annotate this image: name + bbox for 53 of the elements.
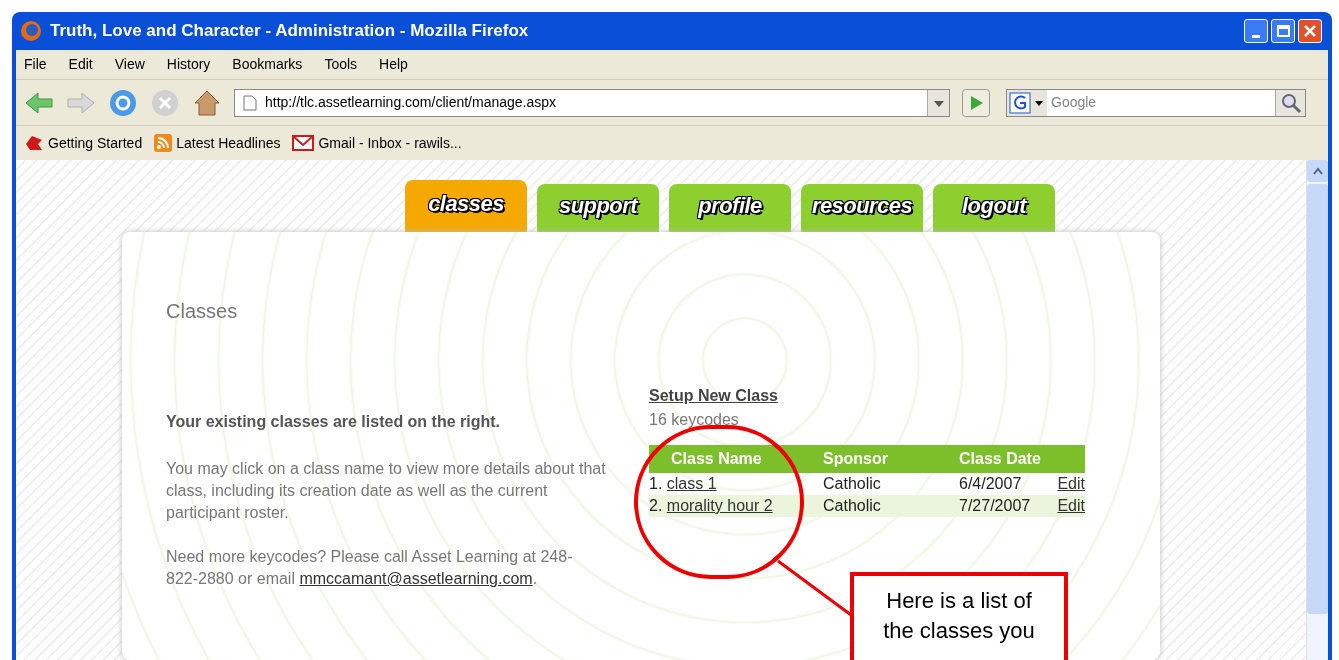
minimize-button[interactable] (1244, 19, 1268, 43)
menu-item[interactable]: Edit (68, 54, 93, 75)
menu-item[interactable]: History (166, 54, 211, 75)
bookmark-link[interactable]: Getting Started (24, 132, 143, 154)
maximize-button[interactable] (1271, 19, 1295, 43)
edit-link[interactable]: Edit (1057, 497, 1085, 514)
search-icon[interactable] (1275, 89, 1305, 116)
scroll-up-button[interactable] (1307, 160, 1328, 182)
bookmark-link[interactable]: Gmail - Inbox - rawils... (292, 132, 462, 154)
search-field[interactable]: Google (1047, 92, 1275, 113)
rss-icon (154, 134, 173, 152)
menu-item[interactable]: Tools (324, 54, 358, 75)
table-cell-text: Catholic (823, 474, 882, 494)
address-bar[interactable]: http://tlc.assetlearning.com/client/manage.aspx (234, 88, 950, 117)
menu-item[interactable]: Bookmarks (232, 54, 303, 75)
row-number: 2. (649, 497, 663, 514)
menu-item[interactable]: File (24, 54, 47, 75)
keycode-count: 16 keycodes (649, 410, 740, 430)
class-name-link[interactable]: class 1 (666, 475, 717, 492)
column-header: Class Name (670, 449, 763, 469)
scrollbar[interactable] (1306, 160, 1328, 660)
scroll-thumb[interactable] (1307, 184, 1328, 614)
page-icon (243, 94, 257, 111)
caret-icon (1312, 167, 1323, 175)
contact-text: Need more keycodes? Please call Asset Learning at 248-822-2880 or email mmccamant@assetlearning.com. (166, 547, 574, 589)
column-header: Sponsor (823, 449, 889, 469)
intro-text: Your existing classes are listed on the right. (166, 412, 502, 432)
table-cell-text: 7/27/2007 (959, 496, 1032, 516)
bookmark-link[interactable]: Latest Headlines (154, 132, 281, 154)
search-bar[interactable]: Google (1006, 88, 1306, 117)
callout-text: the classes you (883, 617, 1035, 645)
close-button[interactable] (1298, 19, 1322, 43)
column-header: Class Date (959, 449, 1042, 469)
reload-icon[interactable] (108, 87, 138, 118)
menu-item[interactable]: View (114, 54, 145, 75)
back-arrow-icon[interactable] (24, 90, 54, 115)
dropdown-icon[interactable] (927, 89, 949, 116)
class-name-link[interactable]: morality hour 2 (666, 497, 773, 514)
page-heading: Classes (166, 299, 239, 324)
edit-link[interactable]: Edit (1057, 475, 1085, 492)
description-text: You may click on a class name to view more details about that class, including its creation date as well as the current participant roster. (166, 459, 606, 523)
go-icon[interactable] (962, 88, 990, 117)
search-engine-icon[interactable] (1007, 89, 1047, 116)
menu-item[interactable]: Help (379, 54, 408, 75)
close-icon (1303, 24, 1317, 38)
setup-new-class-link[interactable]: Setup New Class (649, 384, 778, 408)
mail-icon (292, 135, 315, 151)
callout-text: Here is a list of (886, 587, 1032, 615)
window-title: Truth, Love and Character - Administration - Mozilla Firefox (50, 20, 530, 43)
table-cell-text: Catholic (823, 496, 882, 516)
table-cell-text: 6/4/2007 (959, 474, 1023, 494)
row-number: 1. (649, 475, 663, 492)
email-link[interactable]: mmccamant@assetlearning.com (299, 570, 533, 587)
